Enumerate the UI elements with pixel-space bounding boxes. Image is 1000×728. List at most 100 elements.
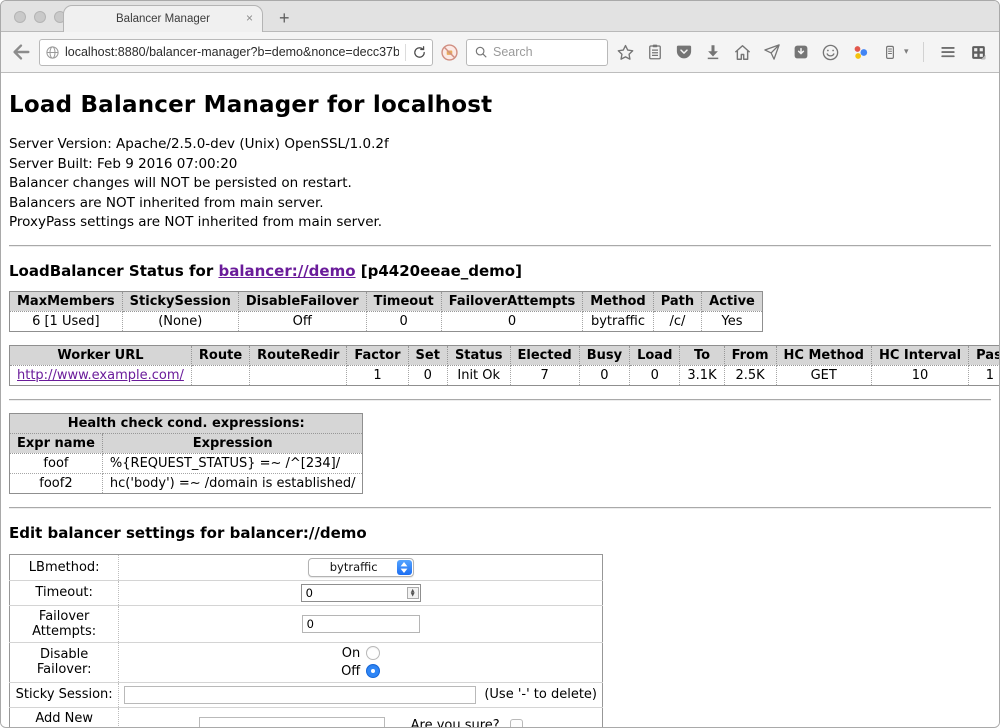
- are-you-sure-checkbox[interactable]: [510, 719, 523, 727]
- feedback-smiley-button[interactable]: [821, 43, 840, 62]
- col-to: To: [680, 345, 724, 365]
- col-route: Route: [191, 345, 249, 365]
- add-worker-label: Add New Worker:: [10, 707, 119, 727]
- battery-button[interactable]: [881, 43, 899, 61]
- cell-busy: 0: [579, 365, 629, 385]
- col-status: Status: [447, 345, 510, 365]
- colored-dots-icon: [851, 43, 870, 62]
- extension-download-button[interactable]: [792, 43, 810, 61]
- cell-maxmembers: 6 [1 Used]: [10, 311, 123, 331]
- cell-to: 3.1K: [680, 365, 724, 385]
- cell-route: [191, 365, 249, 385]
- cell-load: 0: [630, 365, 680, 385]
- cell-hc-method: GET: [776, 365, 871, 385]
- cell-expr-name: foof: [10, 453, 103, 473]
- page-title: Load Balancer Manager for localhost: [9, 92, 991, 118]
- minimize-window-button[interactable]: [34, 11, 46, 23]
- failover-attempts-input[interactable]: [302, 615, 420, 633]
- settings-form-table: LBmethod: bytraffic Timeout:: [9, 554, 603, 728]
- cell-from: 2.5K: [724, 365, 776, 385]
- sticky-session-label: Sticky Session:: [10, 682, 119, 707]
- col-worker-url: Worker URL: [10, 345, 192, 365]
- divider: [9, 507, 991, 509]
- back-arrow-icon: [10, 41, 32, 63]
- chevron-down-icon[interactable]: ▾: [904, 47, 909, 57]
- col-from: From: [724, 345, 776, 365]
- sticky-session-input[interactable]: [124, 686, 476, 704]
- col-active: Active: [702, 291, 763, 311]
- disable-failover-radio-off[interactable]: [366, 664, 380, 678]
- browser-window: Balancer Manager × +: [0, 0, 1000, 728]
- col-busy: Busy: [579, 345, 629, 365]
- disable-failover-radio-on[interactable]: [366, 646, 380, 660]
- cell-disablefailover: Off: [238, 311, 366, 331]
- pocket-button[interactable]: [675, 43, 693, 61]
- url-input[interactable]: [65, 45, 399, 59]
- worker-table: Worker URL Route RouteRedir Factor Set S…: [9, 345, 999, 386]
- search-bar[interactable]: [466, 39, 608, 66]
- form-row-sticky-session: Sticky Session: (Use '-' to delete): [10, 682, 603, 707]
- col-stickysession: StickySession: [122, 291, 238, 311]
- globe-icon: [45, 45, 60, 60]
- server-version-line: Server Version: Apache/2.5.0-dev (Unix) …: [9, 135, 991, 155]
- tab-close-icon[interactable]: ×: [246, 12, 253, 24]
- cell-method: bytraffic: [583, 311, 653, 331]
- bookmarks-list-button[interactable]: [646, 43, 664, 61]
- worker-url-link[interactable]: http://www.example.com/: [17, 368, 184, 383]
- new-tab-button[interactable]: +: [279, 9, 290, 27]
- cell-worker-url: http://www.example.com/: [10, 365, 192, 385]
- form-row-lbmethod: LBmethod: bytraffic: [10, 554, 603, 580]
- table-header-row: MaxMembers StickySession DisableFailover…: [10, 291, 763, 311]
- cell-routeredir: [250, 365, 347, 385]
- proxypass-notice-line: ProxyPass settings are NOT inherited fro…: [9, 213, 991, 233]
- menu-button[interactable]: [938, 42, 958, 62]
- timeout-input[interactable]: [301, 584, 421, 602]
- cell-hc-interval: 10: [871, 365, 968, 385]
- health-table-title: Health check cond. expressions:: [10, 413, 363, 433]
- table-header-row: Expr name Expression: [10, 433, 363, 453]
- reload-icon[interactable]: [412, 45, 427, 60]
- col-expr-name: Expr name: [10, 433, 103, 453]
- close-window-button[interactable]: [14, 11, 26, 23]
- search-input[interactable]: [493, 45, 600, 59]
- form-row-disable-failover: Disable Failover: On Off: [10, 642, 603, 682]
- cell-path: /c/: [653, 311, 701, 331]
- home-button[interactable]: [733, 43, 752, 62]
- add-worker-input[interactable]: [199, 717, 385, 728]
- lbmethod-select[interactable]: bytraffic: [308, 558, 414, 577]
- tab-balancer-manager[interactable]: Balancer Manager ×: [63, 5, 263, 32]
- back-button[interactable]: [10, 41, 32, 63]
- cell-stickysession: (None): [122, 311, 238, 331]
- col-hc-method: HC Method: [776, 345, 871, 365]
- divider: [9, 399, 991, 401]
- sticky-session-hint: (Use '-' to delete): [484, 687, 597, 702]
- are-you-sure-label: Are you sure?: [411, 718, 500, 727]
- table-title-row: Health check cond. expressions:: [10, 413, 363, 433]
- server-info: Server Version: Apache/2.5.0-dev (Unix) …: [9, 135, 991, 233]
- toolbar-buttons: ▾: [616, 42, 988, 62]
- cell-factor: 1: [347, 365, 408, 385]
- square-download-icon: [792, 43, 810, 61]
- downloads-button[interactable]: [704, 43, 722, 61]
- tab-title: Balancer Manager: [116, 13, 210, 25]
- search-icon: [474, 45, 488, 59]
- radio-off-label: Off: [341, 664, 360, 679]
- col-expression: Expression: [102, 433, 363, 453]
- page-content: Load Balancer Manager for localhost Serv…: [1, 73, 999, 727]
- cell-set: 0: [408, 365, 447, 385]
- hamburger-icon: [938, 42, 958, 62]
- colored-dots-button[interactable]: [851, 43, 870, 62]
- url-bar[interactable]: [39, 39, 433, 66]
- col-factor: Factor: [347, 345, 408, 365]
- cell-passes: 1 (0): [969, 365, 999, 385]
- form-row-timeout: Timeout: ▲▼: [10, 580, 603, 605]
- bookmark-star-button[interactable]: [616, 43, 635, 62]
- grid-extension-button[interactable]: [969, 43, 988, 62]
- star-icon: [616, 43, 635, 62]
- tab-bar: Balancer Manager × +: [1, 1, 999, 32]
- number-spinner-icon[interactable]: ▲▼: [407, 587, 419, 599]
- disable-failover-label: Disable Failover:: [10, 642, 119, 682]
- balancer-link[interactable]: balancer://demo: [218, 262, 355, 280]
- send-tab-button[interactable]: [763, 43, 781, 61]
- plugin-blocked-icon[interactable]: [440, 43, 459, 62]
